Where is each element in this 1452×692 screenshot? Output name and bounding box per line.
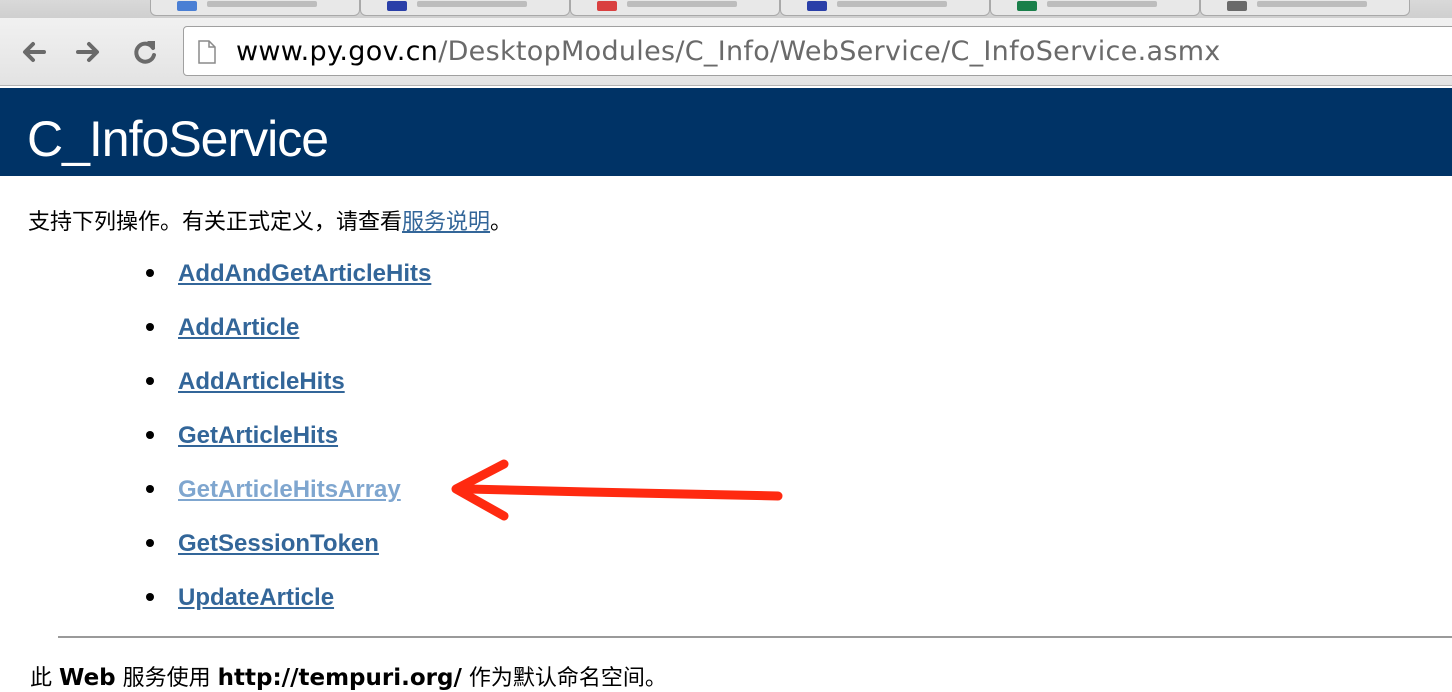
bullet-icon (146, 269, 154, 277)
operation-link[interactable]: UpdateArticle (178, 584, 334, 612)
forward-arrow-icon (76, 42, 99, 62)
reload-button[interactable] (129, 36, 161, 68)
page-header-banner: C_InfoService (0, 88, 1452, 176)
operation-link[interactable]: GetSessionToken (178, 530, 379, 558)
tab-favicon-icon (177, 1, 197, 11)
operation-link[interactable]: AddArticle (178, 314, 299, 342)
url-host: www.py.gov.cn (236, 36, 439, 67)
annotation-arrow-icon (451, 459, 783, 521)
intro-paragraph: 支持下列操作。有关正式定义，请查看服务说明。 (28, 204, 512, 236)
browser-tab[interactable] (990, 0, 1200, 16)
tab-favicon-icon (597, 1, 617, 11)
tab-favicon-icon (1017, 1, 1037, 11)
back-button[interactable] (18, 36, 50, 68)
namespace-uri: http://tempuri.org/ (217, 665, 462, 691)
address-bar[interactable]: www.py.gov.cn/DesktopModules/C_Info/WebS… (183, 26, 1452, 76)
bullet-icon (146, 593, 154, 601)
bullet-icon (146, 377, 154, 385)
browser-tab[interactable] (780, 0, 990, 16)
browser-tab[interactable] (150, 0, 360, 16)
url-text[interactable]: www.py.gov.cn/DesktopModules/C_Info/WebS… (236, 36, 1221, 67)
browser-tab[interactable] (1200, 0, 1410, 16)
bullet-icon (146, 323, 154, 331)
back-arrow-icon (23, 42, 46, 62)
browser-tab[interactable] (570, 0, 780, 16)
page-icon (198, 40, 216, 64)
url-path: /DesktopModules/C_Info/WebService/C_Info… (438, 36, 1221, 67)
browser-tab[interactable] (360, 0, 570, 16)
namespace-note: 此 Web 服务使用 http://tempuri.org/ 作为默认命名空间。 (30, 665, 667, 691)
browser-toolbar: www.py.gov.cn/DesktopModules/C_Info/WebS… (0, 18, 1452, 86)
operation-link-visited[interactable]: GetArticleHitsArray (178, 476, 401, 504)
bullet-icon (146, 539, 154, 547)
operation-link[interactable]: AddArticleHits (178, 368, 345, 396)
operation-link[interactable]: GetArticleHits (178, 422, 338, 450)
tab-favicon-icon (387, 1, 407, 11)
reload-icon (134, 41, 156, 64)
tab-favicon-icon (807, 1, 827, 11)
tab-strip (0, 0, 1452, 18)
intro-end: 。 (490, 210, 513, 235)
page-title: C_InfoService (27, 111, 329, 167)
forward-button[interactable] (72, 36, 104, 68)
bullet-icon (146, 431, 154, 439)
bullet-icon (146, 485, 154, 493)
intro-text: 支持下列操作。有关正式定义，请查看 (28, 210, 403, 235)
divider (58, 636, 1452, 638)
tab-favicon-icon (1227, 1, 1247, 11)
service-description-link[interactable]: 服务说明 (402, 210, 490, 235)
operation-link[interactable]: AddAndGetArticleHits (178, 260, 431, 288)
